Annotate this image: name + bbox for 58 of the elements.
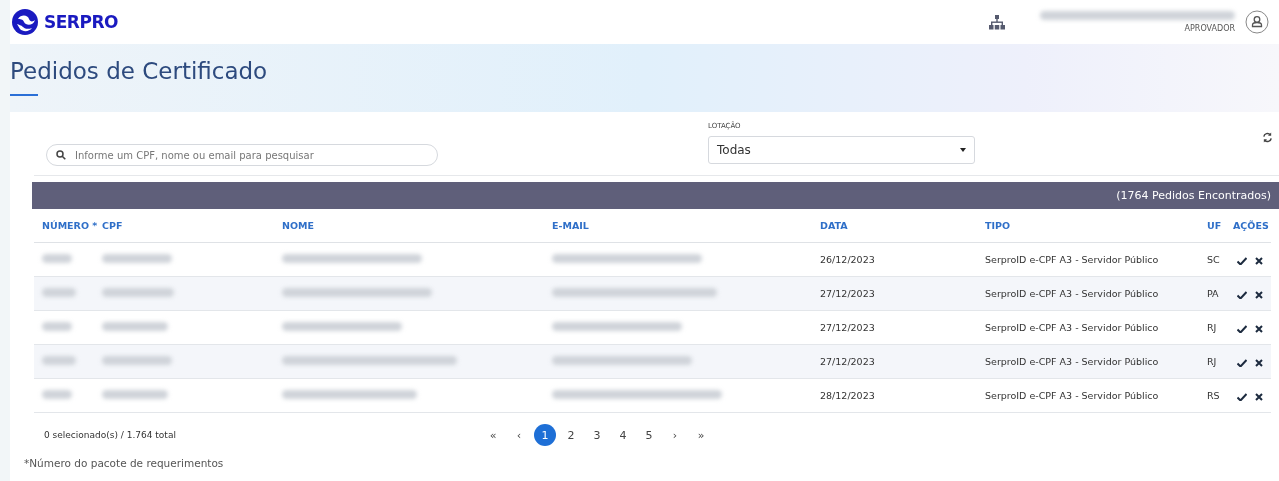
redacted-text — [102, 254, 172, 263]
type-cell: SerproID e-CPF A3 - Servidor Público — [985, 356, 1159, 367]
date-cell: 27/12/2023 — [820, 356, 875, 367]
approve-icon[interactable] — [1237, 257, 1247, 265]
results-count: (1764 Pedidos Encontrados) — [1116, 189, 1271, 202]
type-cell: SerproID e-CPF A3 - Servidor Público — [985, 322, 1159, 333]
redacted-text — [102, 322, 168, 331]
approve-icon[interactable] — [1237, 291, 1247, 299]
search-field[interactable]: Informe um CPF, nome ou email para pesquisar — [46, 144, 438, 166]
date-cell: 27/12/2023 — [820, 288, 875, 299]
caret-icon — [960, 148, 966, 152]
page-title: Pedidos de Certificado — [10, 58, 269, 84]
redacted-text — [42, 254, 72, 263]
redacted-text — [102, 390, 168, 399]
type-cell: SerproID e-CPF A3 - Servidor Público — [985, 254, 1159, 265]
page-button[interactable]: 4 — [612, 424, 634, 446]
date-cell: 27/12/2023 — [820, 322, 875, 333]
user-icon[interactable] — [1245, 10, 1269, 34]
page-button[interactable]: 1 — [534, 424, 556, 446]
page-button[interactable]: 3 — [586, 424, 608, 446]
footnote: *Número do pacote de requerimentos — [24, 457, 225, 469]
logo-icon — [12, 9, 38, 35]
state-cell: RJ — [1207, 322, 1217, 333]
state-cell: SC — [1207, 254, 1220, 265]
refresh-icon[interactable] — [1262, 132, 1273, 143]
page-button[interactable]: 2 — [560, 424, 582, 446]
page-button[interactable]: » — [690, 424, 712, 446]
date-cell: 28/12/2023 — [820, 390, 875, 401]
approve-icon[interactable] — [1237, 325, 1247, 333]
redacted-text — [42, 390, 72, 399]
state-cell: RS — [1207, 390, 1220, 401]
logo-text: SERPRO — [44, 12, 118, 32]
reject-icon[interactable] — [1255, 359, 1263, 367]
redacted-text — [102, 356, 172, 365]
redacted-text — [42, 322, 72, 331]
search-icon — [56, 150, 66, 160]
approve-icon[interactable] — [1237, 393, 1247, 401]
page-button[interactable]: 5 — [638, 424, 660, 446]
type-cell: SerproID e-CPF A3 - Servidor Público — [985, 288, 1159, 299]
lotacao-select[interactable]: Todas — [708, 136, 975, 164]
reject-icon[interactable] — [1255, 393, 1263, 401]
state-cell: PA — [1207, 288, 1219, 299]
state-cell: RJ — [1207, 356, 1217, 367]
reject-icon[interactable] — [1255, 291, 1263, 299]
page-button[interactable]: « — [482, 424, 504, 446]
reject-icon[interactable] — [1255, 257, 1263, 265]
selection-count: 0 selecionado(s) / 1.764 total — [44, 430, 177, 440]
reject-icon[interactable] — [1255, 325, 1263, 333]
page-button[interactable]: › — [664, 424, 686, 446]
hierarchy-icon — [989, 14, 1005, 30]
user-role: APROVADOR — [1184, 24, 1235, 33]
page-button[interactable]: ‹ — [508, 424, 530, 446]
redacted-text — [42, 356, 76, 365]
date-cell: 26/12/2023 — [820, 254, 875, 265]
approve-icon[interactable] — [1237, 359, 1247, 367]
redacted-text — [102, 288, 174, 297]
redacted-text — [42, 288, 76, 297]
type-cell: SerproID e-CPF A3 - Servidor Público — [985, 390, 1159, 401]
